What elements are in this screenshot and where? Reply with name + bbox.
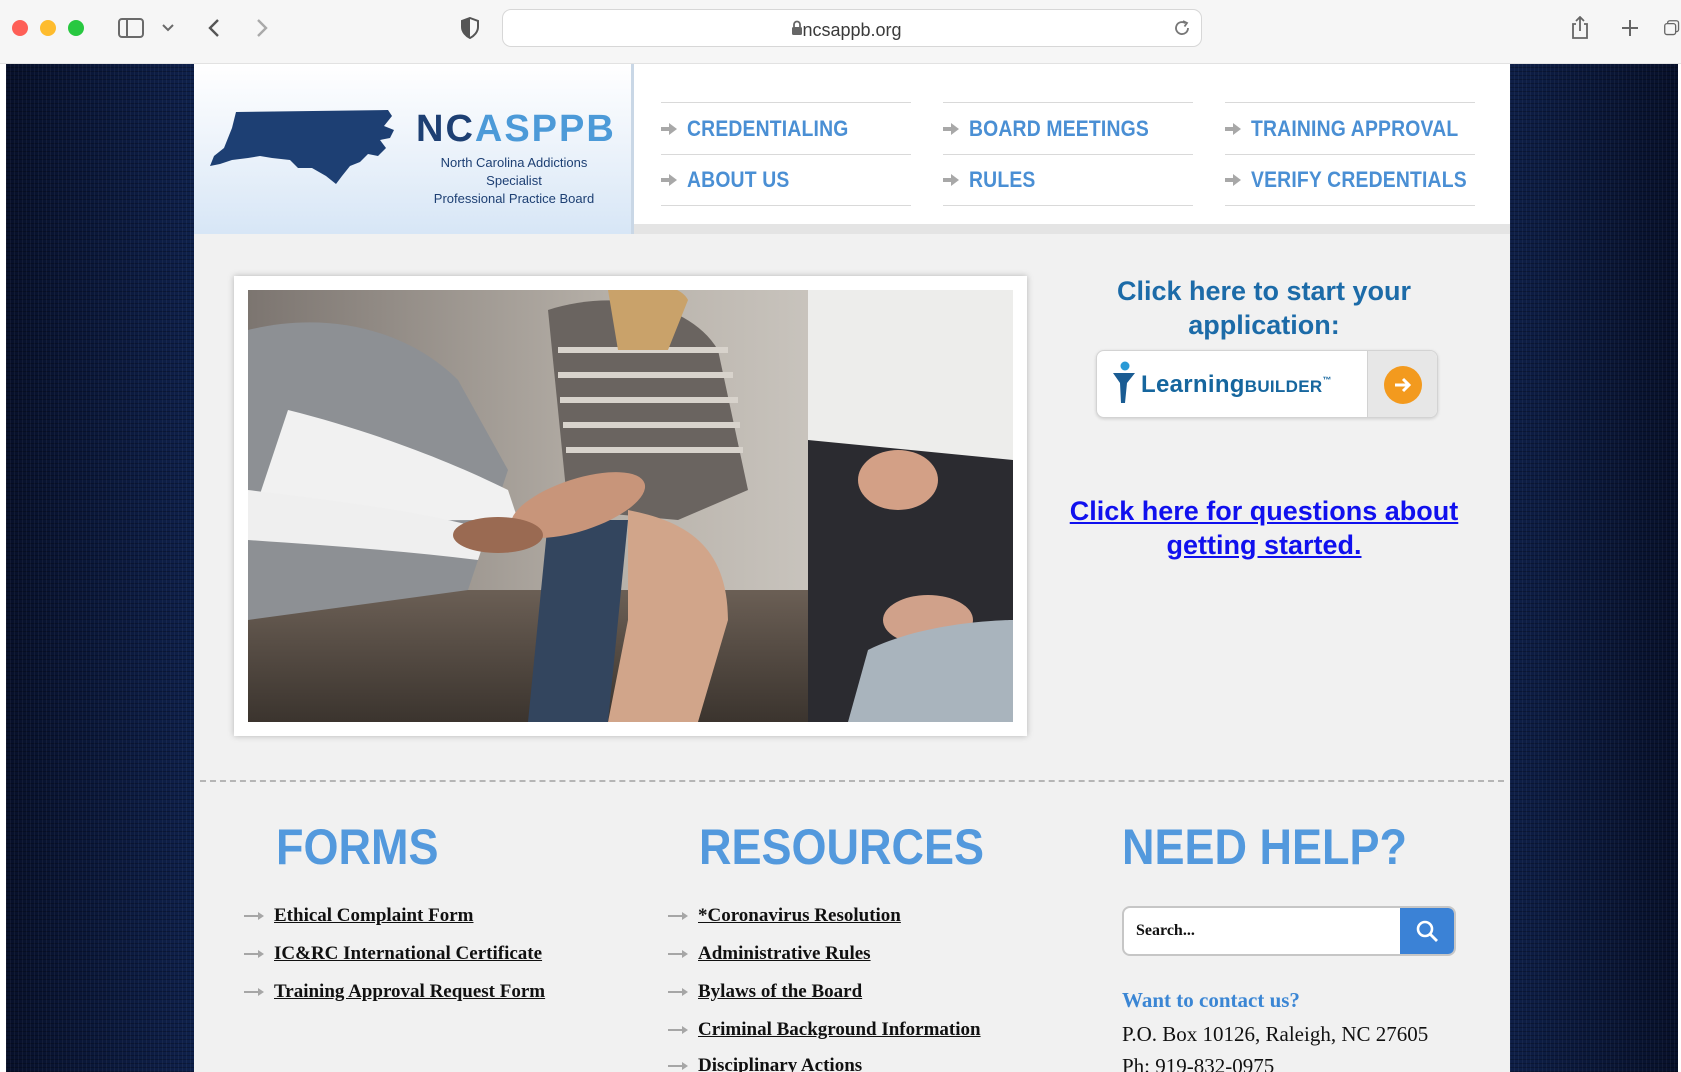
nav-rules[interactable]: RULES bbox=[943, 154, 1193, 206]
list-item: Administrative Rules bbox=[668, 940, 871, 968]
reload-icon[interactable] bbox=[1173, 19, 1191, 42]
close-window-button[interactable] bbox=[12, 20, 28, 36]
contact-phone: Ph: 919-832-0975 bbox=[1122, 1054, 1275, 1072]
arrow-right-icon bbox=[668, 1061, 688, 1071]
arrow-right-icon bbox=[668, 949, 688, 959]
north-carolina-map-icon bbox=[210, 110, 394, 184]
arrow-right-icon bbox=[668, 1025, 688, 1035]
site-search bbox=[1122, 906, 1456, 956]
disciplinary-actions-link[interactable]: Disciplinary Actions bbox=[698, 1055, 862, 1072]
search-button[interactable] bbox=[1400, 908, 1454, 954]
need-help-heading: NEED HELP? bbox=[1122, 819, 1408, 875]
getting-started-link[interactable]: Click here for questions about getting s… bbox=[1062, 494, 1466, 562]
zoom-window-button[interactable] bbox=[68, 20, 84, 36]
arrow-right-icon bbox=[1225, 122, 1241, 135]
logo-title: NCASPPB bbox=[416, 108, 616, 150]
group-discussion-photo bbox=[248, 290, 1013, 722]
learningbuilder-button[interactable]: LearningBUILDER™ bbox=[1096, 350, 1438, 418]
learningbuilder-label: LearningBUILDER™ bbox=[1141, 371, 1332, 398]
list-item: IC&RC International Certificate bbox=[244, 940, 542, 968]
arrow-right-icon bbox=[244, 911, 264, 921]
contact-heading: Want to contact us? bbox=[1122, 988, 1300, 1012]
minimize-window-button[interactable] bbox=[40, 20, 56, 36]
tabs-icon[interactable] bbox=[1664, 14, 1680, 42]
forward-icon[interactable] bbox=[252, 14, 272, 42]
administrative-rules-link[interactable]: Administrative Rules bbox=[698, 943, 871, 965]
arrow-right-icon bbox=[1383, 366, 1422, 404]
sidebar-icon[interactable] bbox=[116, 14, 146, 42]
application-prompt: Click here to start your application: bbox=[1116, 276, 1412, 340]
arrow-right-icon bbox=[668, 911, 688, 921]
list-item: Disciplinary Actions bbox=[668, 1052, 862, 1072]
learningbuilder-logo-icon bbox=[1113, 361, 1135, 403]
plus-icon[interactable] bbox=[1618, 14, 1642, 42]
arrow-right-icon bbox=[244, 949, 264, 959]
arrow-right-icon bbox=[943, 174, 959, 186]
bylaws-link[interactable]: Bylaws of the Board bbox=[698, 981, 862, 1003]
search-icon bbox=[1416, 920, 1438, 942]
arrow-right-icon bbox=[661, 122, 677, 135]
site-header: NCASPPB North Carolina Addictions Specia… bbox=[194, 64, 1510, 234]
address-bar[interactable]: ncsappb.org bbox=[502, 9, 1202, 47]
list-item: Ethical Complaint Form bbox=[244, 902, 474, 930]
list-item: Bylaws of the Board bbox=[668, 978, 862, 1006]
hero-photo-frame bbox=[234, 276, 1027, 736]
ethical-complaint-form-link[interactable]: Ethical Complaint Form bbox=[274, 905, 474, 927]
back-icon[interactable] bbox=[204, 14, 224, 42]
site-logo[interactable]: NCASPPB North Carolina Addictions Specia… bbox=[194, 64, 634, 234]
page-container: NCASPPB North Carolina Addictions Specia… bbox=[194, 64, 1510, 1072]
arrow-right-icon bbox=[244, 987, 264, 997]
arrow-right-icon bbox=[1225, 174, 1241, 186]
search-input[interactable] bbox=[1124, 908, 1400, 954]
arrow-right-icon bbox=[943, 122, 959, 135]
nav-training-approval[interactable]: TRAINING APPROVAL bbox=[1225, 102, 1475, 154]
nav-board-meetings[interactable]: BOARD MEETINGS bbox=[943, 102, 1193, 154]
contact-address: P.O. Box 10126, Raleigh, NC 27605 bbox=[1122, 1022, 1429, 1046]
criminal-background-link[interactable]: Criminal Background Information bbox=[698, 1019, 981, 1041]
list-item: *Coronavirus Resolution bbox=[668, 902, 901, 930]
arrow-right-icon bbox=[668, 987, 688, 997]
training-approval-form-link[interactable]: Training Approval Request Form bbox=[274, 981, 545, 1003]
icrc-certificate-link[interactable]: IC&RC International Certificate bbox=[274, 943, 542, 965]
arrow-right-icon bbox=[661, 174, 677, 186]
list-item: Criminal Background Information bbox=[668, 1016, 981, 1044]
resources-heading: RESOURCES bbox=[699, 819, 985, 875]
forms-heading: FORMS bbox=[276, 819, 439, 875]
section-divider bbox=[200, 780, 1504, 782]
shield-icon[interactable] bbox=[458, 14, 482, 42]
learningbuilder-arrow bbox=[1367, 351, 1437, 417]
nav-verify-credentials[interactable]: VERIFY CREDENTIALS bbox=[1225, 154, 1475, 206]
list-item: Training Approval Request Form bbox=[244, 978, 545, 1006]
url-text: ncsappb.org bbox=[802, 20, 902, 40]
chevron-down-icon[interactable] bbox=[158, 14, 178, 42]
nav-credentialing[interactable]: CREDENTIALING bbox=[661, 102, 911, 154]
browser-toolbar: ncsappb.org bbox=[0, 0, 1681, 64]
nav-about-us[interactable]: ABOUT US bbox=[661, 154, 911, 206]
share-icon[interactable] bbox=[1568, 14, 1592, 42]
coronavirus-resolution-link[interactable]: *Coronavirus Resolution bbox=[698, 905, 901, 927]
logo-subtitle: North Carolina Addictions Specialist Pro… bbox=[433, 155, 595, 206]
